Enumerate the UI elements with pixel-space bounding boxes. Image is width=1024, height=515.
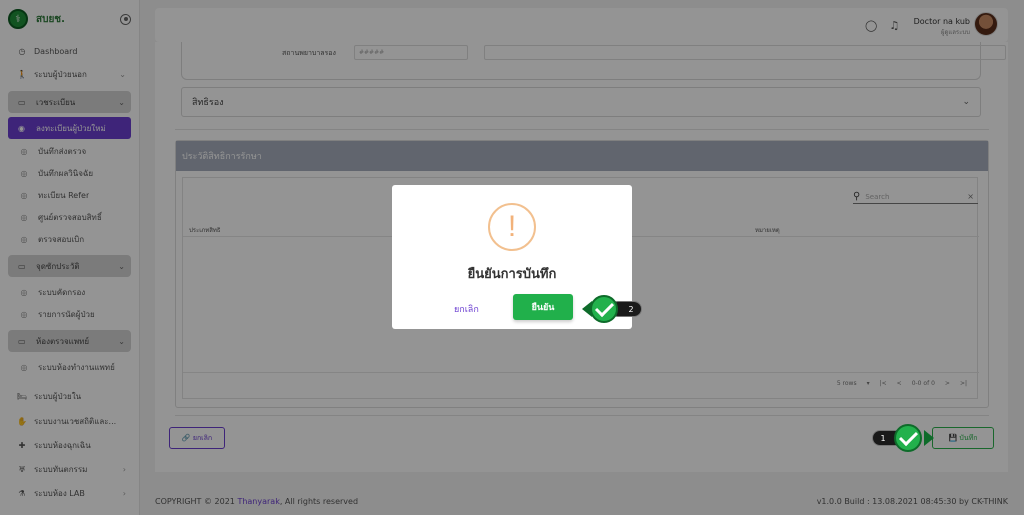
step-marker-2: 2 (582, 295, 642, 323)
check-icon (894, 424, 922, 452)
cancel-button[interactable]: ยกเลิก (454, 302, 479, 316)
step-pointer (924, 430, 934, 446)
dialog-title: ยืนยันการบันทึก (467, 267, 557, 282)
step-marker-1: 1 (872, 424, 942, 452)
confirm-button[interactable]: ยืนยัน (513, 294, 573, 320)
warning-icon: ! (488, 203, 536, 251)
check-icon (590, 295, 618, 323)
